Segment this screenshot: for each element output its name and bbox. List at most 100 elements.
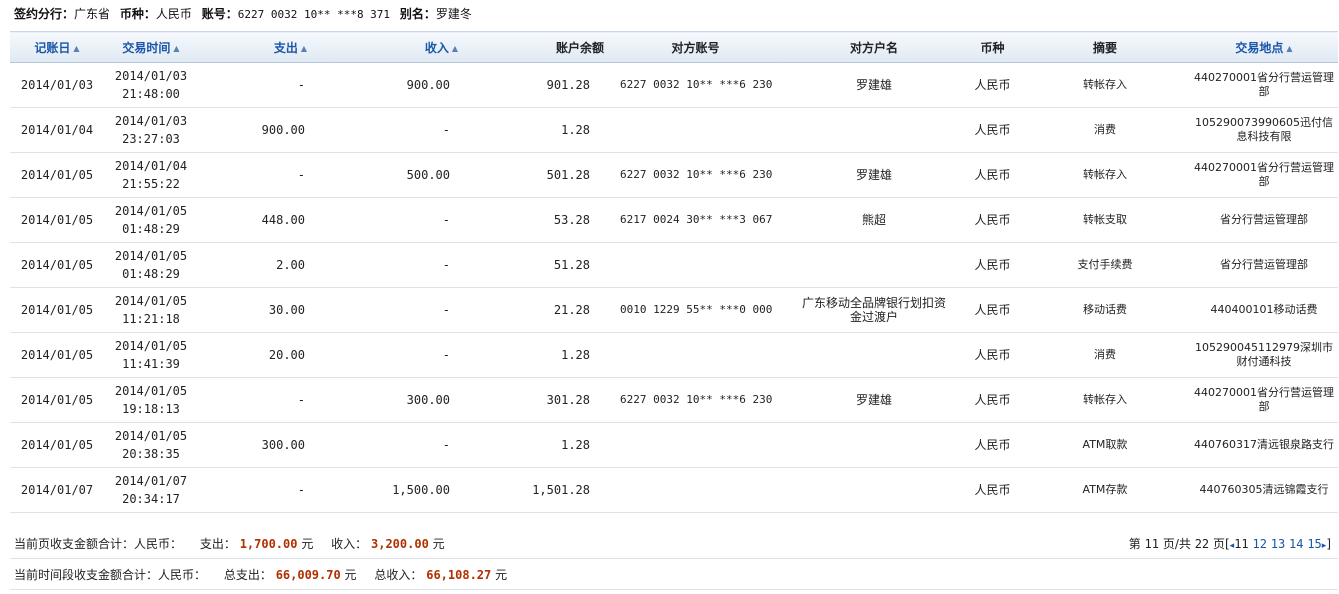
page-link-12[interactable]: 12 — [1252, 537, 1266, 551]
txn-date: 2014/01/05 — [114, 204, 188, 218]
table-header-row: 记账日 ▲ 交易时间 ▲ 支出 ▲ 收入 ▲ 账户余额 对方账号 对方户名 币种 摘要 … — [10, 31, 1338, 63]
pager-current-page: 11 — [1144, 537, 1159, 551]
currency-value: 人民币 — [155, 7, 192, 21]
cell-location: 105290073990605迅付信息科技有限 — [1190, 107, 1338, 153]
cell-income: - — [335, 242, 460, 288]
cell-txn-time: 2014/01/04 21:55:22 — [104, 152, 198, 198]
sort-icon: ▲ — [451, 43, 458, 53]
column-header-income[interactable]: 收入 ▲ — [335, 31, 460, 63]
cell-expense: - — [198, 377, 335, 423]
cell-record-date: 2014/01/05 — [10, 197, 104, 243]
cell-income: 300.00 — [335, 377, 460, 423]
table-row: 2014/01/05 2014/01/04 21:55:22 -500.00 501.2… — [10, 152, 1338, 198]
cell-record-date: 2014/01/05 — [10, 287, 104, 333]
period-summary-label: 当前时间段收支金额合计：人民币： — [14, 568, 207, 582]
cell-balance: 301.28 — [460, 377, 608, 423]
cell-currency: 人民币 — [965, 377, 1020, 423]
branch-label: 签约分行： — [14, 7, 75, 21]
pager-prefix: 第 — [1128, 537, 1141, 551]
page-link-current: 11 — [1234, 537, 1249, 551]
page-expense-value: 1,700.00 — [239, 537, 298, 551]
cell-location: 440270001省分行营运管理部 — [1190, 152, 1338, 198]
page-income-unit: 元 — [432, 537, 445, 551]
cell-expense: 300.00 — [198, 422, 335, 468]
cell-summary: 消费 — [1020, 332, 1190, 378]
column-header-counter-account: 对方账号 — [608, 31, 783, 63]
cell-expense: 20.00 — [198, 332, 335, 378]
cell-counter-account — [608, 467, 783, 513]
txn-date: 2014/01/04 — [114, 159, 188, 173]
table-row: 2014/01/05 2014/01/05 01:48:29 2.00-51.28 人民… — [10, 242, 1338, 288]
cell-txn-time: 2014/01/05 19:18:13 — [104, 377, 198, 423]
cell-balance: 51.28 — [460, 242, 608, 288]
sort-icon: ▲ — [173, 43, 180, 53]
txn-clock: 21:55:22 — [122, 177, 180, 191]
cell-txn-time: 2014/01/05 01:48:29 — [104, 242, 198, 288]
column-header-record-date[interactable]: 记账日 ▲ — [10, 31, 104, 63]
txn-date: 2014/01/05 — [114, 294, 188, 308]
cell-counter-name — [783, 467, 965, 513]
period-income-unit: 元 — [495, 568, 508, 582]
page-link-14[interactable]: 14 — [1289, 537, 1303, 551]
cell-income: - — [335, 332, 460, 378]
page-income-value: 3,200.00 — [371, 537, 429, 551]
pager-close: ] — [1326, 537, 1331, 551]
page-link-15[interactable]: 15 — [1307, 537, 1321, 551]
cell-summary: 转帐存入 — [1020, 152, 1190, 198]
cell-record-date: 2014/01/03 — [10, 62, 104, 108]
cell-summary: 转帐存入 — [1020, 377, 1190, 423]
txn-clock: 19:18:13 — [122, 402, 180, 416]
cell-summary: ATM取款 — [1020, 422, 1190, 468]
cell-balance: 53.28 — [460, 197, 608, 243]
table-row: 2014/01/05 2014/01/05 11:21:18 30.00-21.28 0… — [10, 287, 1338, 333]
txn-date: 2014/01/05 — [114, 384, 188, 398]
txn-clock: 23:27:03 — [122, 132, 180, 146]
cell-location: 440270001省分行营运管理部 — [1190, 377, 1338, 423]
cell-currency: 人民币 — [965, 467, 1020, 513]
cell-counter-name: 罗建雄 — [783, 62, 965, 108]
column-header-currency: 币种 — [965, 31, 1020, 63]
cell-counter-name: 罗建雄 — [783, 152, 965, 198]
txn-date: 2014/01/05 — [114, 339, 188, 353]
cell-expense: 2.00 — [198, 242, 335, 288]
table-row: 2014/01/05 2014/01/05 11:41:39 20.00-1.28 人民… — [10, 332, 1338, 378]
column-header-expense[interactable]: 支出 ▲ — [198, 31, 335, 63]
period-expense-unit: 元 — [344, 568, 357, 582]
cell-counter-account: 6217 0024 30** ***3 067 — [608, 197, 783, 243]
alias-value: 罗建冬 — [435, 7, 472, 21]
cell-record-date: 2014/01/05 — [10, 152, 104, 198]
txn-date: 2014/01/07 — [114, 474, 188, 488]
txn-date: 2014/01/03 — [114, 114, 188, 128]
cell-income: - — [335, 422, 460, 468]
column-header-txn-time[interactable]: 交易时间 ▲ — [104, 31, 198, 63]
cell-counter-name — [783, 422, 965, 468]
cell-balance: 21.28 — [460, 287, 608, 333]
cell-counter-account — [608, 422, 783, 468]
cell-income: 900.00 — [335, 62, 460, 108]
alias-label: 别名： — [399, 7, 436, 21]
cell-location: 440760317清远银泉路支行 — [1190, 422, 1338, 468]
table-row: 2014/01/05 2014/01/05 01:48:29 448.00-53.28… — [10, 197, 1338, 243]
bottom-divider — [10, 589, 1338, 590]
page-income-label: 收入： — [331, 537, 368, 551]
cell-expense: - — [198, 152, 335, 198]
cell-expense: 30.00 — [198, 287, 335, 333]
cell-summary: 移动话费 — [1020, 287, 1190, 333]
cell-balance: 1,501.28 — [460, 467, 608, 513]
page-link-13[interactable]: 13 — [1271, 537, 1285, 551]
table-row: 2014/01/03 2014/01/03 21:48:00 -900.00 901.2… — [10, 62, 1338, 108]
cell-location: 440400101移动话费 — [1190, 287, 1338, 333]
column-header-location[interactable]: 交易地点 ▲ — [1190, 31, 1338, 63]
cell-record-date: 2014/01/05 — [10, 242, 104, 288]
cell-counter-name — [783, 332, 965, 378]
currency-label: 币种： — [119, 7, 156, 21]
period-income-value: 66,108.27 — [426, 568, 492, 582]
summary-divider — [10, 558, 1338, 559]
cell-income: - — [335, 287, 460, 333]
txn-date: 2014/01/05 — [114, 429, 188, 443]
cell-expense: - — [198, 467, 335, 513]
txn-clock: 01:48:29 — [122, 267, 180, 281]
cell-record-date: 2014/01/05 — [10, 332, 104, 378]
pagination: 第 11 页/共 22 页[◂11 12 13 14 15▸] — [1129, 536, 1331, 552]
cell-txn-time: 2014/01/03 23:27:03 — [104, 107, 198, 153]
